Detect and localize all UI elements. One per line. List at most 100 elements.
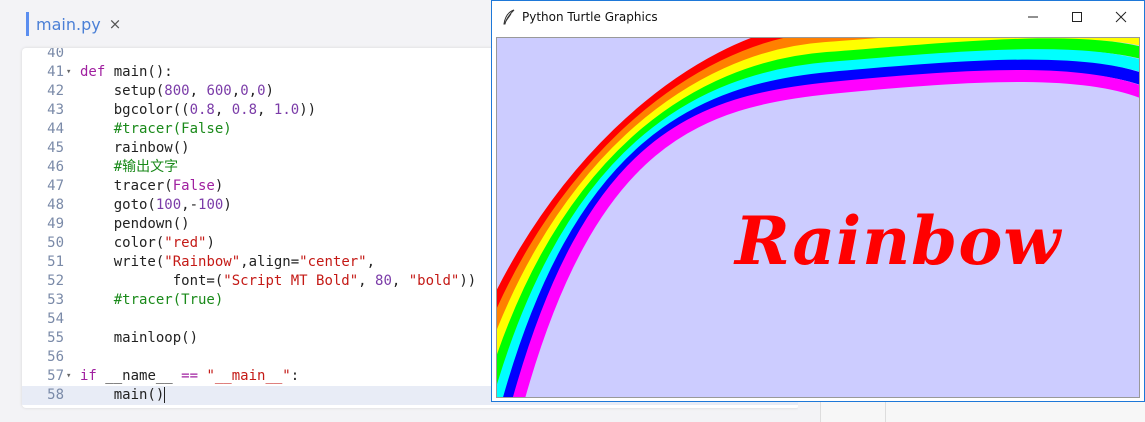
code-token: ) [206, 235, 215, 251]
code-text: tracer(False) [80, 177, 224, 196]
code-text: goto(100,-100) [80, 196, 232, 215]
line-number: 55 [47, 330, 64, 346]
code-token: ,align= [240, 254, 300, 270]
line-number: 49 [47, 216, 64, 232]
code-text: #tracer(False) [80, 120, 232, 139]
code-token: 0.8 [189, 102, 215, 118]
code-token: )) [299, 102, 317, 118]
code-token: mainloop() [80, 330, 199, 346]
line-number: 50 [47, 235, 64, 251]
code-token: "center" [299, 254, 367, 270]
code-token: __name__ [105, 368, 182, 384]
line-number: 42 [47, 83, 64, 99]
code-token: , [257, 102, 274, 118]
line-number: 44 [47, 121, 64, 137]
code-token: 100 [198, 197, 224, 213]
code-token: main(): [113, 64, 173, 80]
code-token: if [80, 368, 106, 384]
code-token: 0 [257, 83, 266, 99]
line-number: 46 [47, 159, 64, 175]
text-cursor [164, 387, 166, 403]
code-token: , [231, 83, 241, 99]
code-token: color( [80, 235, 165, 251]
code-token: #tracer(False) [80, 121, 232, 137]
rainbow-text: Rainbow [735, 202, 1062, 280]
code-token: def [80, 64, 114, 80]
code-token: font=( [80, 273, 224, 289]
line-number: 53 [47, 292, 64, 308]
code-token: 1.0 [273, 102, 300, 118]
close-tab-icon[interactable]: × [109, 15, 122, 33]
code-token: #tracer(True) [80, 292, 224, 308]
code-token: 100 [155, 197, 182, 213]
code-text: write("Rainbow",align="center", [80, 253, 375, 272]
code-text: rainbow() [80, 139, 190, 158]
code-token: , [358, 273, 376, 289]
code-token: , [391, 273, 409, 289]
minimize-button[interactable] [1011, 1, 1055, 33]
feather-icon [503, 9, 515, 25]
code-token: "__main__" [206, 368, 291, 384]
code-token: , [189, 83, 207, 99]
line-number: 40 [47, 48, 64, 61]
code-token: : [290, 368, 300, 384]
code-token: , [214, 102, 232, 118]
line-number: 54 [47, 311, 64, 327]
code-token: setup( [80, 83, 165, 99]
code-token: ) [214, 178, 224, 194]
code-token: 0 [240, 83, 249, 99]
code-text: if __name__ == "__main__": [80, 367, 299, 386]
code-token: 600 [206, 83, 232, 99]
line-number: 57 [47, 368, 64, 384]
code-token: , [366, 254, 376, 270]
code-text: color("red") [80, 234, 215, 253]
code-token: ) [265, 83, 274, 99]
line-number: 41 [47, 64, 64, 80]
code-text: def main(): [80, 63, 173, 82]
code-token: bgcolor(( [80, 102, 190, 118]
code-token: False [172, 178, 215, 194]
code-text: mainloop() [80, 329, 198, 348]
code-text: bgcolor((0.8, 0.8, 1.0)) [80, 101, 316, 120]
line-number: 47 [47, 178, 64, 194]
code-token: ) [223, 197, 232, 213]
line-number: 58 [47, 387, 64, 403]
code-token: "Rainbow" [164, 254, 241, 270]
line-number: 45 [47, 140, 64, 156]
tab-main-py[interactable]: main.py × [26, 12, 121, 36]
code-text: setup(800, 600,0,0) [80, 82, 274, 101]
code-token: goto( [80, 197, 156, 213]
code-text: font=("Script MT Bold", 80, "bold")) [80, 272, 476, 291]
line-number: 51 [47, 254, 64, 270]
code-token: rainbow() [80, 140, 190, 156]
code-token: 0.8 [231, 102, 258, 118]
code-token: pendown() [80, 216, 190, 232]
code-token: 800 [164, 83, 190, 99]
code-token: "bold" [408, 273, 460, 289]
line-number: 43 [47, 102, 64, 118]
code-text: main() [80, 386, 166, 405]
code-token: , [248, 83, 258, 99]
code-token: "red" [164, 235, 207, 251]
line-number: 52 [47, 273, 64, 289]
close-button[interactable] [1099, 1, 1143, 33]
code-token: 80 [375, 273, 392, 289]
code-token: main() [80, 387, 165, 403]
code-token: write( [80, 254, 165, 270]
line-number: 48 [47, 197, 64, 213]
code-token: "Script MT Bold" [223, 273, 359, 289]
code-token: tracer( [80, 178, 173, 194]
maximize-button[interactable] [1055, 1, 1099, 33]
code-token: #输出文字 [80, 159, 179, 175]
turtle-graphics-window[interactable]: Python Turtle Graphics Rainbow [491, 0, 1145, 402]
window-title: Python Turtle Graphics [522, 10, 658, 24]
turtle-canvas[interactable]: Rainbow [496, 37, 1140, 398]
code-token: )) [459, 273, 477, 289]
close-icon [1115, 11, 1127, 23]
fold-toggle-icon[interactable]: ▾ [66, 367, 71, 386]
code-token: == [181, 368, 207, 384]
window-titlebar[interactable]: Python Turtle Graphics [492, 1, 1144, 33]
fold-toggle-icon[interactable]: ▾ [66, 63, 71, 82]
minimize-icon [1028, 16, 1038, 18]
tab-label[interactable]: main.py [36, 15, 101, 34]
